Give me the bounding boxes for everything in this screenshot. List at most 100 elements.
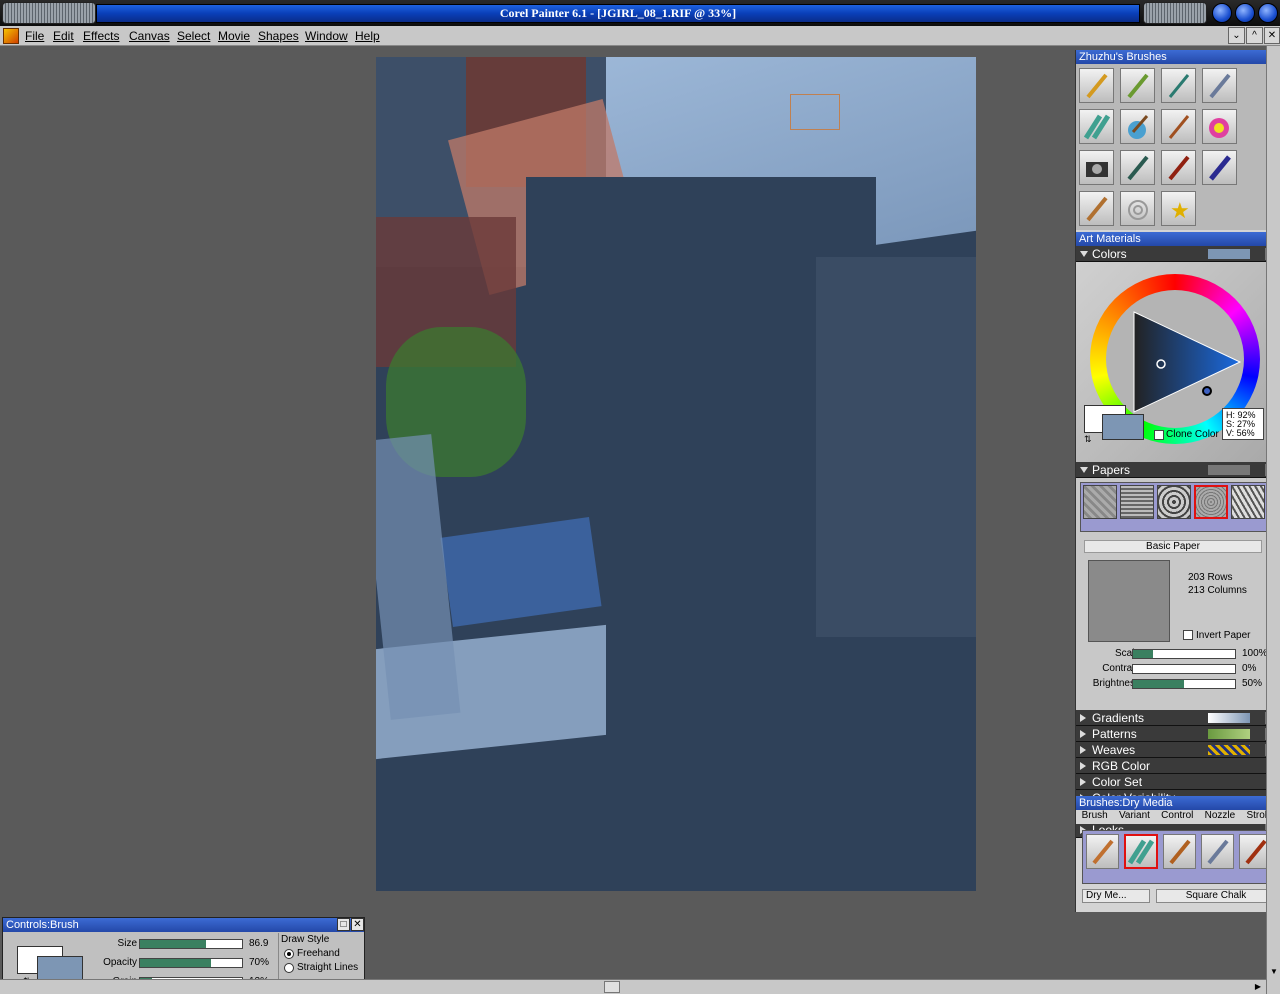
- right-palettes: Zhuzhu's Brushes □ ★ Art Materials ✕ Col…: [1075, 50, 1280, 912]
- paper-swatch-5[interactable]: [1231, 485, 1265, 519]
- papers-section-header[interactable]: Papers: [1076, 462, 1280, 478]
- section-label: Gradients: [1092, 711, 1145, 725]
- brush-variant-3-icon[interactable]: [1163, 834, 1196, 869]
- straight-lines-radio[interactable]: [284, 963, 294, 973]
- expand-triangle-icon: [1080, 778, 1086, 786]
- saturation-value-triangle[interactable]: [1126, 306, 1246, 416]
- vertical-scrollbar[interactable]: ▼: [1266, 46, 1280, 994]
- slider-track[interactable]: [1132, 649, 1236, 659]
- slider-value: 70%: [249, 957, 270, 968]
- tab-brush[interactable]: Brush: [1082, 810, 1108, 824]
- title-grip-right[interactable]: [1143, 2, 1207, 24]
- close-button[interactable]: [1258, 3, 1278, 23]
- mdi-restore-icon[interactable]: ^: [1246, 27, 1263, 44]
- section-color-set[interactable]: Color Set: [1076, 774, 1280, 790]
- menu-shapes[interactable]: Shapes: [258, 29, 299, 43]
- paper-preview: [1088, 560, 1170, 642]
- brush-swirl-icon[interactable]: [1120, 191, 1155, 226]
- section-rgb-color[interactable]: RGB Color: [1076, 758, 1280, 774]
- menu-edit[interactable]: Edit: [53, 29, 74, 43]
- brush-category-select[interactable]: Dry Me...: [1082, 889, 1150, 903]
- horizontal-scrollbar[interactable]: ▶: [0, 979, 1266, 994]
- tab-control[interactable]: Control: [1161, 810, 1193, 824]
- invert-paper-label: Invert Paper: [1196, 630, 1251, 641]
- brushes-panel-title[interactable]: Zhuzhu's Brushes □: [1076, 50, 1280, 64]
- brush-chalk-icon[interactable]: [1120, 68, 1155, 103]
- expand-triangle-icon: [1080, 730, 1086, 738]
- paper-swatch-selected[interactable]: [1194, 485, 1228, 519]
- hue-marker[interactable]: [1202, 386, 1212, 396]
- brush-selector-tabs: Brush Variant Control Nozzle Stroke: [1076, 810, 1280, 824]
- brush-airbrush-icon[interactable]: [1120, 150, 1155, 185]
- brush-water-icon[interactable]: [1120, 109, 1155, 144]
- hsv-readout: H: 92% S: 27% V: 56%: [1222, 408, 1264, 440]
- section-label: Color Set: [1092, 775, 1143, 789]
- brush-color-wheel-icon[interactable]: [1202, 109, 1237, 144]
- brush-palette-knife-icon[interactable]: [1079, 191, 1114, 226]
- brush-pen-icon[interactable]: [1161, 68, 1196, 103]
- menu-file[interactable]: File: [25, 29, 44, 43]
- close-icon[interactable]: ✕: [351, 918, 364, 931]
- menu-bar: File Edit Effects Canvas Select Movie Sh…: [0, 26, 1280, 46]
- slider-track[interactable]: [139, 958, 243, 968]
- brush-pencil-icon[interactable]: [1079, 68, 1114, 103]
- minimize-button[interactable]: [1212, 3, 1232, 23]
- paper-swatch-3[interactable]: [1157, 485, 1191, 519]
- brush-marker-icon[interactable]: [1202, 150, 1237, 185]
- papers-panel: Basic Paper 203 Rows 213 Columns Invert …: [1076, 478, 1280, 710]
- scroll-down-icon[interactable]: ▼: [1268, 966, 1280, 978]
- tab-nozzle[interactable]: Nozzle: [1205, 810, 1236, 824]
- paper-swatch-1[interactable]: [1083, 485, 1117, 519]
- mdi-close-icon[interactable]: ✕: [1264, 27, 1280, 44]
- colors-section-header[interactable]: Colors: [1076, 246, 1280, 262]
- slider-track[interactable]: [139, 939, 243, 949]
- brush-pastel-icon[interactable]: [1079, 109, 1114, 144]
- freehand-radio[interactable]: [284, 949, 294, 959]
- menu-select[interactable]: Select: [177, 29, 210, 43]
- restore-icon[interactable]: □: [337, 918, 350, 931]
- secondary-color-swatch[interactable]: [1102, 414, 1144, 440]
- title-grip-left[interactable]: [2, 2, 96, 24]
- brush-star-icon[interactable]: ★: [1161, 191, 1196, 226]
- brush-variant-1-icon[interactable]: [1086, 834, 1119, 869]
- brush-variant-selected-icon[interactable]: [1124, 834, 1158, 869]
- menu-window[interactable]: Window: [305, 29, 348, 43]
- art-materials-title[interactable]: Art Materials ✕: [1076, 232, 1280, 246]
- menu-help[interactable]: Help: [355, 29, 380, 43]
- section-weaves[interactable]: Weaves: [1076, 742, 1280, 758]
- maximize-button[interactable]: [1235, 3, 1255, 23]
- brush-camera-icon[interactable]: [1079, 150, 1114, 185]
- mdi-minimize-icon[interactable]: ⌄: [1228, 27, 1245, 44]
- clone-color-checkbox[interactable]: [1154, 430, 1164, 440]
- horizontal-scroll-thumb[interactable]: [604, 981, 620, 993]
- menu-canvas[interactable]: Canvas: [129, 29, 170, 43]
- brush-variant-select[interactable]: Square Chalk: [1156, 889, 1276, 903]
- brush-oil-icon[interactable]: [1161, 109, 1196, 144]
- controls-title[interactable]: Controls:Brush □ ✕: [3, 918, 364, 932]
- section-patterns[interactable]: Patterns: [1076, 726, 1280, 742]
- brush-variant-4-icon[interactable]: [1201, 834, 1234, 869]
- current-color-swatch: [1208, 249, 1250, 259]
- slider-value: 100%: [1242, 648, 1268, 659]
- section-gradients[interactable]: Gradients: [1076, 710, 1280, 726]
- slider-track[interactable]: [1132, 679, 1236, 689]
- control-slider-row: Size 86.9: [97, 938, 277, 950]
- value-value: V: 56%: [1226, 428, 1255, 438]
- paper-swatch-2[interactable]: [1120, 485, 1154, 519]
- slider-track[interactable]: [1132, 664, 1236, 674]
- painting-canvas[interactable]: [376, 57, 976, 891]
- scroll-right-icon[interactable]: ▶: [1252, 981, 1264, 993]
- brush-grid: ★: [1076, 64, 1280, 230]
- clone-color-label: Clone Color: [1166, 429, 1219, 440]
- menu-movie[interactable]: Movie: [218, 29, 250, 43]
- brush-sumi-icon[interactable]: [1161, 150, 1196, 185]
- painter-app-icon[interactable]: [3, 28, 19, 44]
- brush-selector-title[interactable]: Brushes:Dry Media ✕: [1076, 796, 1280, 810]
- swap-colors-icon[interactable]: ⇅: [1084, 434, 1092, 445]
- menu-effects[interactable]: Effects: [83, 29, 119, 43]
- tab-variant[interactable]: Variant: [1119, 810, 1150, 824]
- paper-name-field[interactable]: Basic Paper: [1084, 540, 1262, 553]
- freehand-label: Freehand: [297, 948, 340, 959]
- invert-paper-checkbox[interactable]: [1183, 630, 1193, 640]
- brush-knife-icon[interactable]: [1202, 68, 1237, 103]
